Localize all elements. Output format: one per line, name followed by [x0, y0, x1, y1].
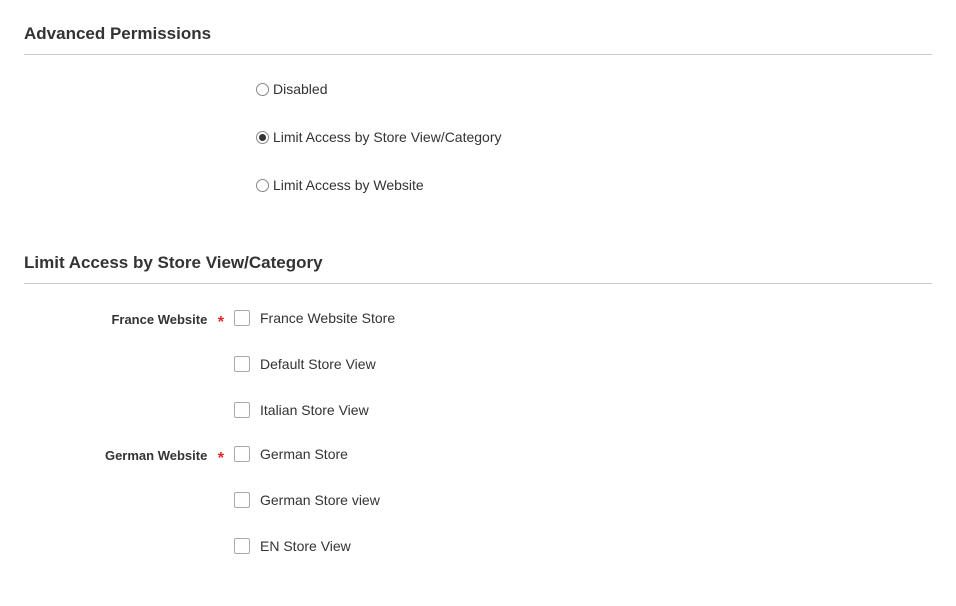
- checkbox-france-website-store[interactable]: [234, 310, 250, 326]
- section-title-limit-access: Limit Access by Store View/Category: [24, 253, 932, 273]
- radio-row-limit-website: Limit Access by Website: [256, 177, 932, 193]
- section-divider: [24, 54, 932, 55]
- field-label-col: German Website *: [24, 446, 224, 465]
- checkbox-en-store-view[interactable]: [234, 538, 250, 554]
- field-label-german: German Website: [105, 448, 207, 463]
- checkbox-row-german-store-view: German Store view: [234, 492, 380, 508]
- checkbox-row-german-store: German Store: [234, 446, 380, 462]
- radio-label-disabled[interactable]: Disabled: [273, 81, 327, 97]
- field-group-german: German Website * German Store German Sto…: [24, 446, 932, 554]
- radio-label-limit-store[interactable]: Limit Access by Store View/Category: [273, 129, 502, 145]
- section-title-advanced-permissions: Advanced Permissions: [24, 24, 932, 44]
- checkbox-label-german-store[interactable]: German Store: [260, 446, 348, 462]
- field-group-france: France Website * France Website Store De…: [24, 310, 932, 418]
- field-label-france: France Website: [111, 312, 207, 327]
- radio-disabled[interactable]: [256, 83, 269, 96]
- radio-limit-website[interactable]: [256, 179, 269, 192]
- checkbox-label-german-store-view[interactable]: German Store view: [260, 492, 380, 508]
- field-controls-col: France Website Store Default Store View …: [224, 310, 395, 418]
- checkbox-label-default-store-view[interactable]: Default Store View: [260, 356, 376, 372]
- checkbox-german-store[interactable]: [234, 446, 250, 462]
- radio-row-disabled: Disabled: [256, 81, 932, 97]
- checkbox-row-default-store-view: Default Store View: [234, 356, 395, 372]
- checkbox-default-store-view[interactable]: [234, 356, 250, 372]
- checkbox-italian-store-view[interactable]: [234, 402, 250, 418]
- field-label-col: France Website *: [24, 310, 224, 329]
- checkbox-label-italian-store-view[interactable]: Italian Store View: [260, 402, 369, 418]
- radio-limit-store[interactable]: [256, 131, 269, 144]
- field-controls-col: German Store German Store view EN Store …: [224, 446, 380, 554]
- checkbox-row-france-website-store: France Website Store: [234, 310, 395, 326]
- radio-label-limit-website[interactable]: Limit Access by Website: [273, 177, 424, 193]
- required-star-icon: *: [218, 450, 224, 467]
- required-star-icon: *: [218, 314, 224, 331]
- checkbox-row-en-store-view: EN Store View: [234, 538, 380, 554]
- checkbox-row-italian-store-view: Italian Store View: [234, 402, 395, 418]
- permission-radio-group: Disabled Limit Access by Store View/Cate…: [24, 81, 932, 193]
- section-divider: [24, 283, 932, 284]
- radio-row-limit-store: Limit Access by Store View/Category: [256, 129, 932, 145]
- checkbox-label-france-website-store[interactable]: France Website Store: [260, 310, 395, 326]
- checkbox-label-en-store-view[interactable]: EN Store View: [260, 538, 351, 554]
- checkbox-german-store-view[interactable]: [234, 492, 250, 508]
